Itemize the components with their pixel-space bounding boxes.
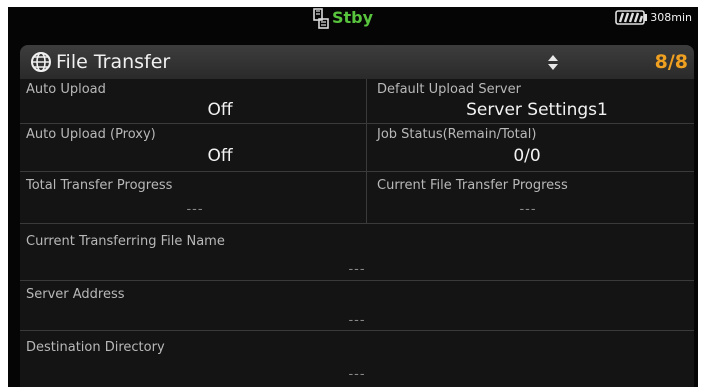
current-transferring-file-name-label: Current Transferring File Name xyxy=(26,234,225,249)
standby-indicator: Stby xyxy=(312,8,373,30)
current-file-transfer-progress-label: Current File Transfer Progress xyxy=(377,178,568,193)
panel-header: File Transfer 8/8 xyxy=(20,45,694,79)
total-transfer-progress-value: --- xyxy=(186,202,204,217)
camera-screen: Stby 308min File Transfer 8/8 Auto Uploa… xyxy=(8,7,698,387)
page-title: File Transfer xyxy=(56,51,171,73)
server-address-field: Server Address --- xyxy=(20,281,694,331)
default-upload-server-label: Default Upload Server xyxy=(377,82,521,97)
auto-upload-proxy-value: Off xyxy=(207,146,233,166)
current-transferring-file-name-value: --- xyxy=(348,262,366,277)
destination-directory-field: Destination Directory --- xyxy=(20,331,694,387)
total-transfer-progress-label: Total Transfer Progress xyxy=(26,178,173,193)
destination-directory-value: --- xyxy=(348,367,366,382)
auto-upload-value: Off xyxy=(207,100,233,120)
current-file-transfer-progress-field: Current File Transfer Progress --- xyxy=(367,172,694,224)
default-upload-server-value: Server Settings1 xyxy=(466,100,608,120)
default-upload-server-setting[interactable]: Default Upload Server Server Settings1 xyxy=(367,79,694,124)
server-address-value: --- xyxy=(348,313,366,328)
battery-icon xyxy=(615,10,648,25)
job-status-value: 0/0 xyxy=(513,146,541,166)
auto-upload-setting[interactable]: Auto Upload Off xyxy=(20,79,367,124)
current-file-transfer-progress-value: --- xyxy=(519,202,537,217)
file-transfer-panel: File Transfer 8/8 Auto Upload Off Defaul… xyxy=(20,45,694,387)
destination-directory-label: Destination Directory xyxy=(26,340,165,355)
server-address-label: Server Address xyxy=(26,287,125,302)
up-down-arrows-icon[interactable] xyxy=(547,54,559,71)
battery-indicator: 308min xyxy=(614,10,692,25)
media-icon xyxy=(313,8,329,29)
globe-icon xyxy=(31,52,51,72)
battery-text: 308min xyxy=(650,11,692,24)
auto-upload-proxy-setting[interactable]: Auto Upload (Proxy) Off xyxy=(20,124,367,172)
status-bar: Stby 308min xyxy=(8,7,698,43)
current-transferring-file-name-field: Current Transferring File Name --- xyxy=(20,224,694,281)
page-indicator: 8/8 xyxy=(654,51,688,73)
job-status-label: Job Status(Remain/Total) xyxy=(377,127,537,142)
total-transfer-progress-field: Total Transfer Progress --- xyxy=(20,172,367,224)
auto-upload-label: Auto Upload xyxy=(26,82,106,97)
standby-text: Stby xyxy=(332,8,374,27)
job-status-field: Job Status(Remain/Total) 0/0 xyxy=(367,124,694,172)
auto-upload-proxy-label: Auto Upload (Proxy) xyxy=(26,127,156,142)
